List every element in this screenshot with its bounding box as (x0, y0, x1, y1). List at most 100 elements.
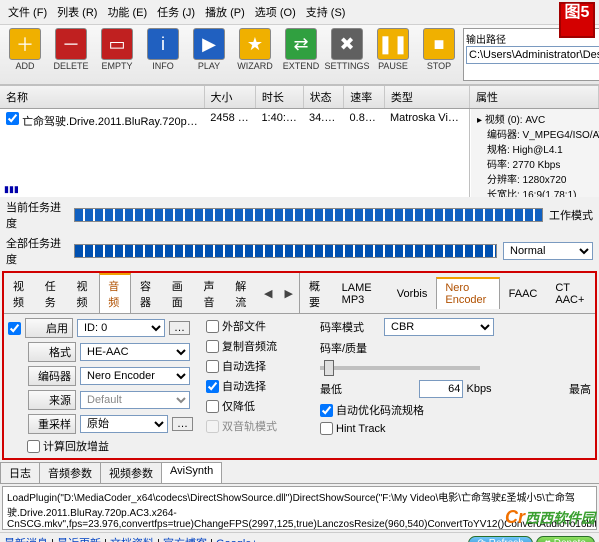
calc-gain-checkbox[interactable] (27, 440, 40, 453)
pause-icon: ❚❚ (377, 28, 409, 60)
menu-item[interactable]: 选项 (O) (251, 2, 300, 22)
col-size[interactable]: 大小 (205, 86, 256, 108)
ratemode-label: 码率模式 (320, 319, 380, 335)
left-tab[interactable]: 视频 (4, 274, 36, 313)
format-select[interactable]: HE-AAC (80, 343, 190, 361)
hint-track-checkbox[interactable] (320, 422, 333, 435)
news-link[interactable]: 最新消息 (4, 538, 48, 542)
right-tab[interactable]: Vorbis (388, 284, 437, 303)
add-icon: ＋ (9, 28, 41, 60)
settings-button[interactable]: ✖SETTINGS (325, 28, 369, 71)
option-checkbox[interactable] (206, 360, 219, 373)
menu-item[interactable]: 支持 (S) (302, 2, 350, 22)
left-tab[interactable]: 视频 (68, 274, 100, 313)
right-tab[interactable]: FAAC (500, 284, 547, 303)
option-checkbox[interactable] (206, 320, 219, 333)
menu-bar: 文件 (F)列表 (R)功能 (E)任务 (J)播放 (P)选项 (O)支持 (… (0, 0, 599, 25)
extend-button[interactable]: ⇄EXTEND (279, 28, 323, 71)
col-rate[interactable]: 速率 (344, 86, 385, 108)
bottom-tab[interactable]: 日志 (0, 462, 40, 483)
workmode-select[interactable]: Normal (503, 242, 593, 260)
left-tab[interactable]: 任务 (36, 274, 68, 313)
col-properties[interactable]: 属性 (470, 86, 599, 108)
delete-button[interactable]: －DELETE (49, 28, 93, 71)
bottom-tab[interactable]: AviSynth (161, 462, 222, 483)
empty-button[interactable]: ▭EMPTY (95, 28, 139, 71)
option-checkbox[interactable] (206, 400, 219, 413)
auto-optimize-checkbox[interactable] (320, 404, 333, 417)
tab-scroll-arrow-icon[interactable]: ◀ (258, 285, 278, 302)
col-duration[interactable]: 时长 (256, 86, 304, 108)
prop-profile: 规格: High@L4.1 (475, 141, 595, 156)
resample-more-button[interactable]: … (172, 417, 193, 431)
info-button[interactable]: iINFO (141, 28, 185, 71)
right-tab[interactable]: 概要 (300, 274, 333, 313)
row-type: Matroska Video (384, 111, 469, 130)
menu-item[interactable]: 列表 (R) (53, 2, 101, 22)
prop-aspect: 长宽比: 16:9(1.78:1) (475, 186, 595, 197)
right-tab[interactable]: LAME MP3 (333, 278, 388, 309)
kbps-label: Kbps (466, 383, 491, 395)
left-tab[interactable]: 声音 (195, 274, 227, 313)
news-link-row: 最新消息 | 最近更新 | 文档资料 | 官方博客 | Google+ ⟳ Re… (0, 532, 599, 542)
calc-gain-label: 计算回放增益 (43, 438, 109, 454)
list-progress-indicator: ▮▮▮ (4, 184, 19, 195)
news-link[interactable]: 文档资料 (110, 538, 154, 542)
source-select[interactable]: Default (80, 391, 190, 409)
bottom-tab[interactable]: 音频参数 (39, 462, 101, 483)
stop-button[interactable]: ■STOP (417, 28, 461, 71)
wizard-button[interactable]: ★WIZARD (233, 28, 277, 71)
play-button[interactable]: ▶PLAY (187, 28, 231, 71)
table-row[interactable]: 亡命驾驶.Drive.2011.BluRay.720p.AC3… 2458 MB… (0, 109, 469, 132)
bitrate-input[interactable] (419, 380, 463, 398)
toolbar: ＋ADD－DELETE▭EMPTYiINFO▶PLAY★WIZARD⇄EXTEN… (0, 25, 599, 85)
row-checkbox[interactable] (6, 112, 19, 125)
option-label: 仅降低 (222, 398, 255, 414)
donate-button[interactable]: ♥ Donate (536, 536, 595, 542)
ratemode-select[interactable]: CBR (384, 318, 494, 336)
option-label: 双音轨模式 (222, 418, 277, 434)
browse-button[interactable]: … (169, 321, 190, 335)
menu-item[interactable]: 功能 (E) (103, 2, 151, 22)
news-link[interactable]: 最近更新 (57, 538, 101, 542)
prop-resolution: 分辨率: 1280x720 (475, 171, 595, 186)
left-tab[interactable]: 画面 (163, 274, 195, 313)
right-tab[interactable]: Nero Encoder (436, 277, 499, 309)
output-path-input[interactable] (466, 46, 599, 64)
news-link[interactable]: 官方博客 (163, 538, 207, 542)
news-link[interactable]: Google+ (216, 538, 258, 542)
right-tab[interactable]: CT AAC+ (546, 278, 595, 309)
menu-item[interactable]: 播放 (P) (201, 2, 249, 22)
add-button[interactable]: ＋ADD (3, 28, 47, 71)
col-name[interactable]: 名称 (0, 86, 205, 108)
properties-header-row: 属性 (470, 85, 599, 109)
current-progress-label: 当前任务进度 (6, 199, 68, 231)
menu-item[interactable]: 文件 (F) (4, 2, 51, 22)
menu-item[interactable]: 任务 (J) (153, 2, 199, 22)
refresh-button[interactable]: ⟳ Refresh (468, 536, 532, 542)
pause-button[interactable]: ❚❚PAUSE (371, 28, 415, 71)
encoder-settings-panel: 视频任务视频音频容器画面声音解流◀▶ 概要LAME MP3VorbisNero … (2, 271, 597, 460)
source-label: 来源 (28, 390, 76, 410)
option-checkbox[interactable] (206, 340, 219, 353)
resample-select[interactable]: 原始 (80, 415, 168, 433)
col-type[interactable]: 类型 (385, 86, 470, 108)
encoder-label: 编码器 (28, 366, 76, 386)
empty-icon: ▭ (101, 28, 133, 60)
option-checkbox[interactable] (206, 380, 219, 393)
option-checkbox (206, 420, 219, 433)
encoder-select[interactable]: Nero Encoder (80, 367, 190, 385)
wizard-icon: ★ (239, 28, 271, 60)
bottom-tab[interactable]: 视频参数 (100, 462, 162, 483)
col-status[interactable]: 状态 (304, 86, 345, 108)
id-select[interactable]: ID: 0 (77, 319, 165, 337)
file-list[interactable]: 亡命驾驶.Drive.2011.BluRay.720p.AC3… 2458 MB… (0, 109, 470, 197)
option-label: 复制音频流 (222, 338, 277, 354)
enable-checkbox[interactable] (8, 322, 21, 335)
min-label: 最低 (320, 381, 342, 397)
left-tab[interactable]: 容器 (131, 274, 163, 313)
tab-scroll-arrow-icon[interactable]: ▶ (278, 285, 298, 302)
quality-slider[interactable] (320, 366, 480, 370)
left-tab[interactable]: 音频 (99, 273, 131, 313)
left-tab[interactable]: 解流 (226, 274, 258, 313)
